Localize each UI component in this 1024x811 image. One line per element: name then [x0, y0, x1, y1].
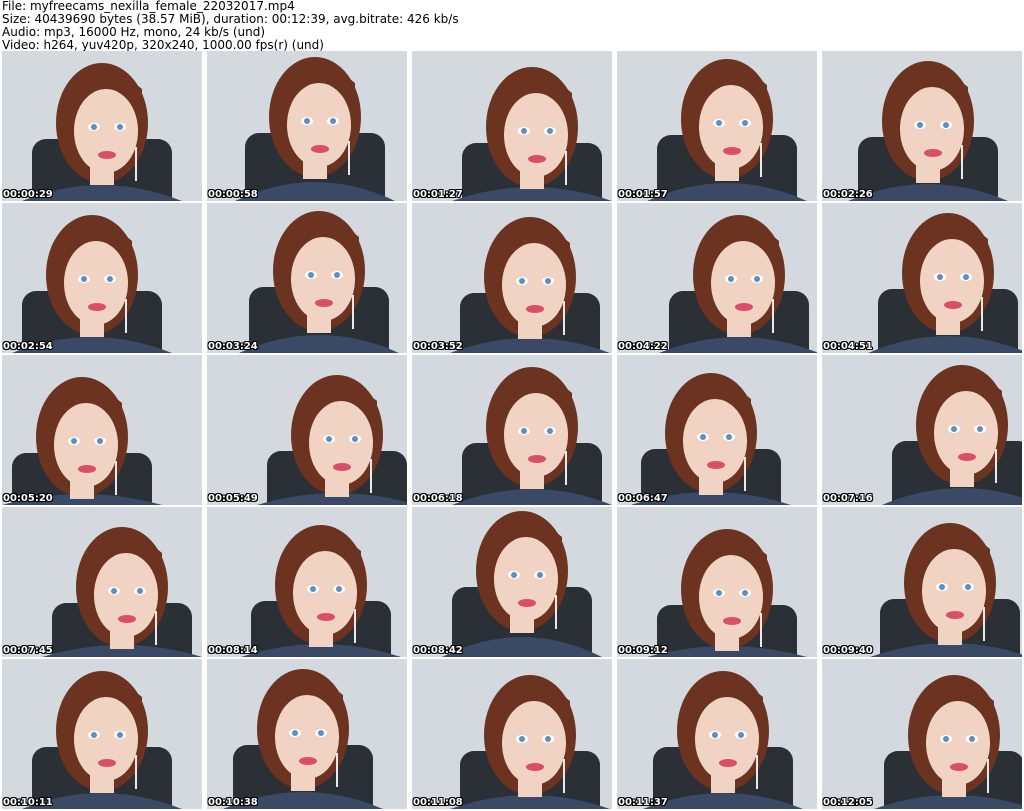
frame-timestamp: 00:05:20 [3, 493, 53, 504]
video-frame-thumbnail: 00:00:29 [2, 51, 202, 201]
video-frame-thumbnail: 00:05:20 [2, 355, 202, 505]
frame-timestamp: 00:04:51 [823, 341, 873, 352]
video-frame-thumbnail: 00:03:52 [412, 203, 612, 353]
frame-image [822, 507, 1022, 657]
frame-image [207, 203, 407, 353]
frame-image [822, 659, 1022, 809]
video-frame-thumbnail: 00:03:24 [207, 203, 407, 353]
video-frame-thumbnail: 00:01:27 [412, 51, 612, 201]
frame-timestamp: 00:00:29 [3, 189, 53, 200]
video-frame-thumbnail: 00:02:26 [822, 51, 1022, 201]
frame-image [822, 51, 1022, 201]
frame-timestamp: 00:09:12 [618, 645, 668, 656]
frame-timestamp: 00:03:24 [208, 341, 258, 352]
video-frame-thumbnail: 00:08:42 [412, 507, 612, 657]
frame-image [2, 355, 202, 505]
video-frame-thumbnail: 00:12:05 [822, 659, 1022, 809]
frame-image [617, 203, 817, 353]
frame-timestamp: 00:03:52 [413, 341, 463, 352]
frame-image [412, 659, 612, 809]
frame-timestamp: 00:05:49 [208, 493, 258, 504]
frame-timestamp: 00:12:05 [823, 797, 873, 808]
frame-image [617, 659, 817, 809]
frame-timestamp: 00:06:18 [413, 493, 463, 504]
frame-image [207, 507, 407, 657]
frame-timestamp: 00:07:45 [3, 645, 53, 656]
frame-timestamp: 00:01:27 [413, 189, 463, 200]
video-frame-thumbnail: 00:09:12 [617, 507, 817, 657]
video-frame-thumbnail: 00:06:18 [412, 355, 612, 505]
thumbnail-grid: 00:00:29 00:00:58 00:01:27 00:01:57 00:02:26… [2, 51, 1022, 811]
frame-timestamp: 00:09:40 [823, 645, 873, 656]
video-frame-thumbnail: 00:11:37 [617, 659, 817, 809]
video-frame-thumbnail: 00:02:54 [2, 203, 202, 353]
video-info-header: File: myfreecams_nexilla_female_22032017… [2, 0, 1022, 52]
frame-timestamp: 00:07:16 [823, 493, 873, 504]
frame-timestamp: 00:08:42 [413, 645, 463, 656]
frame-image [2, 507, 202, 657]
frame-image [617, 51, 817, 201]
frame-image [617, 355, 817, 505]
video-frame-thumbnail: 00:04:22 [617, 203, 817, 353]
video-frame-thumbnail: 00:06:47 [617, 355, 817, 505]
video-frame-thumbnail: 00:08:14 [207, 507, 407, 657]
video-frame-thumbnail: 00:11:08 [412, 659, 612, 809]
frame-image [207, 659, 407, 809]
frame-timestamp: 00:00:58 [208, 189, 258, 200]
video-frame-thumbnail: 00:04:51 [822, 203, 1022, 353]
frame-timestamp: 00:02:54 [3, 341, 53, 352]
video-frame-thumbnail: 00:07:45 [2, 507, 202, 657]
frame-timestamp: 00:11:37 [618, 797, 668, 808]
frame-image [617, 507, 817, 657]
video-frame-thumbnail: 00:07:16 [822, 355, 1022, 505]
frame-timestamp: 00:08:14 [208, 645, 258, 656]
frame-timestamp: 00:06:47 [618, 493, 668, 504]
video-frame-thumbnail: 00:00:58 [207, 51, 407, 201]
frame-image [2, 203, 202, 353]
frame-timestamp: 00:04:22 [618, 341, 668, 352]
video-frame-thumbnail: 00:09:40 [822, 507, 1022, 657]
frame-image [2, 51, 202, 201]
video-frame-thumbnail: 00:01:57 [617, 51, 817, 201]
frame-image [822, 355, 1022, 505]
frame-image [412, 51, 612, 201]
video-frame-thumbnail: 00:10:38 [207, 659, 407, 809]
frame-timestamp: 00:10:11 [3, 797, 53, 808]
frame-image [412, 203, 612, 353]
frame-image [2, 659, 202, 809]
frame-image [822, 203, 1022, 353]
frame-timestamp: 00:11:08 [413, 797, 463, 808]
video-frame-thumbnail: 00:10:11 [2, 659, 202, 809]
frame-image [412, 507, 612, 657]
frame-timestamp: 00:02:26 [823, 189, 873, 200]
frame-image [412, 355, 612, 505]
frame-timestamp: 00:01:57 [618, 189, 668, 200]
frame-image [207, 51, 407, 201]
video-frame-thumbnail: 00:05:49 [207, 355, 407, 505]
frame-image [207, 355, 407, 505]
frame-timestamp: 00:10:38 [208, 797, 258, 808]
